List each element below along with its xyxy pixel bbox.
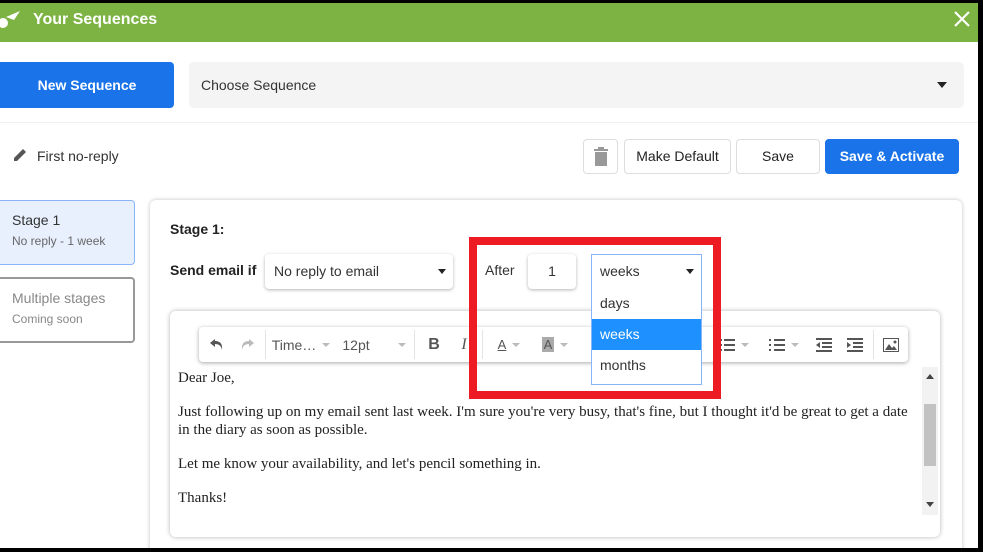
paper-plane-logo-icon (0, 11, 20, 28)
redo-icon[interactable] (233, 327, 261, 362)
choose-sequence-select[interactable]: Choose Sequence (189, 62, 964, 108)
delay-unit-select[interactable]: weeks (591, 254, 702, 289)
delay-amount-input[interactable]: 1 (528, 254, 576, 289)
bullet-list-icon[interactable] (714, 327, 754, 362)
stage-card-multiple[interactable]: Multiple stages Coming soon (0, 277, 135, 343)
text-color-icon[interactable]: A (489, 327, 529, 362)
delay-unit-value: weeks (600, 263, 640, 279)
image-icon[interactable] (877, 327, 905, 362)
stage-title: Multiple stages (12, 290, 106, 306)
trash-icon (593, 147, 608, 166)
sequence-name-text: First no-reply (37, 148, 119, 164)
delete-button[interactable] (583, 139, 618, 174)
font-family-select[interactable]: Time… (269, 327, 333, 362)
divider (265, 330, 266, 359)
divider (0, 122, 978, 123)
stage-subtitle: No reply - 1 week (12, 234, 106, 248)
new-sequence-button[interactable]: New Sequence (0, 62, 174, 108)
email-paragraph: Just following up on my email sent last … (178, 404, 908, 438)
email-body[interactable]: Dear Joe, Just following up on my email … (178, 369, 918, 523)
stage-card-1[interactable]: Stage 1 No reply - 1 week (0, 200, 135, 265)
editor-toolbar: Time… 12pt B I A A (199, 327, 908, 362)
scroll-up-icon[interactable] (926, 374, 934, 379)
highlight-color-icon[interactable]: A (535, 327, 575, 362)
delay-unit-dropdown: days weeks months (591, 288, 702, 385)
font-size-value: 12pt (342, 336, 370, 353)
stage-title: Stage 1 (12, 212, 61, 228)
numbered-list-icon[interactable] (764, 327, 804, 362)
chevron-down-icon (686, 269, 694, 274)
choose-sequence-value: Choose Sequence (201, 77, 317, 93)
indent-icon[interactable] (841, 327, 869, 362)
chevron-down-icon (937, 82, 947, 88)
make-default-button[interactable]: Make Default (624, 139, 731, 174)
font-family-value: Time… (271, 336, 317, 353)
dialog-title: Your Sequences (33, 11, 158, 28)
sequence-name[interactable]: First no-reply (12, 147, 119, 164)
email-paragraph: Let me know your availability, and let's… (178, 456, 541, 472)
title-bar: Your Sequences (0, 3, 978, 42)
close-icon[interactable] (951, 8, 973, 30)
divider (414, 330, 415, 359)
outdent-icon[interactable] (810, 327, 838, 362)
scrollbar-thumb[interactable] (924, 404, 936, 466)
save-and-activate-button[interactable]: Save & Activate (825, 139, 959, 174)
stage-heading: Stage 1: (170, 221, 225, 237)
undo-icon[interactable] (203, 327, 231, 362)
chevron-down-icon (438, 269, 446, 274)
option-days[interactable]: days (592, 288, 701, 319)
email-scrollbar[interactable] (922, 367, 938, 515)
after-label: After (485, 262, 515, 278)
scroll-down-icon[interactable] (926, 502, 934, 507)
stage-subtitle: Coming soon (12, 312, 83, 326)
pencil-icon (14, 149, 26, 161)
sequences-dialog: Your Sequences New Sequence Choose Seque… (0, 3, 978, 548)
email-paragraph: Dear Joe, (178, 370, 235, 386)
italic-icon[interactable]: I (451, 327, 477, 362)
condition-select[interactable]: No reply to email (265, 254, 453, 289)
option-months[interactable]: months (592, 350, 701, 381)
divider (482, 330, 483, 359)
email-paragraph: Thanks! (178, 490, 228, 506)
save-button[interactable]: Save (736, 139, 820, 174)
divider (873, 330, 874, 359)
condition-value: No reply to email (274, 263, 380, 279)
font-size-select[interactable]: 12pt (339, 327, 409, 362)
send-email-if-label: Send email if (170, 262, 257, 278)
option-weeks[interactable]: weeks (592, 319, 701, 350)
bold-icon[interactable]: B (421, 327, 447, 362)
